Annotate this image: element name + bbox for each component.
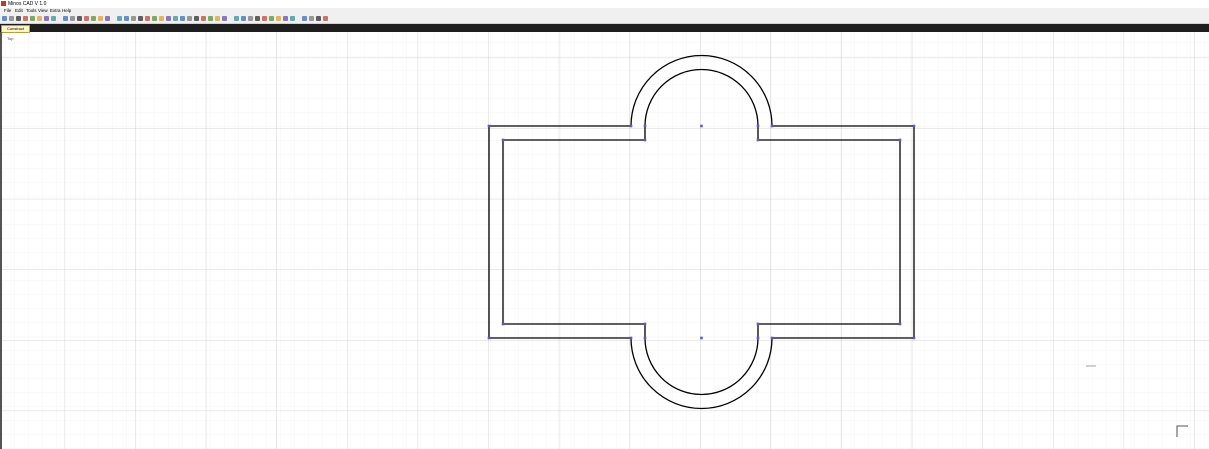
vertex-handle[interactable]: [700, 124, 703, 128]
zoom-icon[interactable]: [98, 16, 103, 21]
light-icon[interactable]: [316, 16, 321, 21]
grid-major: [0, 32, 1209, 449]
title-bar: Minos CAD V 1.0: [0, 0, 1209, 8]
rectangle-icon[interactable]: [152, 16, 157, 21]
mirror-icon[interactable]: [241, 16, 246, 21]
rotate-icon[interactable]: [222, 16, 227, 21]
grid-icon[interactable]: [124, 16, 129, 21]
circle-icon[interactable]: [159, 16, 164, 21]
vertex-handle[interactable]: [770, 124, 774, 128]
copy-icon[interactable]: [37, 16, 42, 21]
block-icon[interactable]: [208, 16, 213, 21]
trim-icon[interactable]: [255, 16, 260, 21]
vertex-handle[interactable]: [700, 336, 703, 340]
zoom-window-icon[interactable]: [105, 16, 110, 21]
hatch-icon[interactable]: [201, 16, 206, 21]
tab-strip: Construct: [0, 24, 1209, 33]
point-icon[interactable]: [131, 16, 136, 21]
vertex-handle[interactable]: [629, 336, 633, 340]
vertex-handle[interactable]: [629, 124, 633, 128]
vertex-handle[interactable]: [898, 138, 902, 142]
vertex-handle[interactable]: [643, 124, 647, 128]
vertex-handle[interactable]: [487, 124, 491, 128]
redo-icon[interactable]: [63, 16, 68, 21]
vertex-handle[interactable]: [643, 138, 647, 142]
app-icon: [1, 1, 6, 6]
save-icon[interactable]: [16, 16, 21, 21]
camera-icon[interactable]: [309, 16, 314, 21]
chamfer-icon[interactable]: [276, 16, 281, 21]
material-icon[interactable]: [323, 16, 328, 21]
properties-icon[interactable]: [290, 16, 295, 21]
vertex-handle[interactable]: [643, 322, 647, 326]
cut-icon[interactable]: [30, 16, 35, 21]
vertex-handle[interactable]: [756, 336, 760, 340]
open-folder-icon[interactable]: [9, 16, 14, 21]
view-label: Top: [7, 36, 14, 41]
paste-icon[interactable]: [44, 16, 49, 21]
vertex-handle[interactable]: [756, 138, 760, 142]
arc-icon[interactable]: [166, 16, 171, 21]
extend-icon[interactable]: [262, 16, 267, 21]
vertex-handle[interactable]: [756, 322, 760, 326]
scale-icon[interactable]: [234, 16, 239, 21]
vertex-handle[interactable]: [770, 336, 774, 340]
polyline-icon[interactable]: [145, 16, 150, 21]
vertex-handle[interactable]: [487, 336, 491, 340]
window-icon[interactable]: [84, 16, 89, 21]
line-icon[interactable]: [138, 16, 143, 21]
pan-icon[interactable]: [91, 16, 96, 21]
toolbar: [0, 14, 1209, 24]
snap-icon[interactable]: [117, 16, 122, 21]
vertex-handle[interactable]: [912, 336, 916, 340]
select-icon[interactable]: [77, 16, 82, 21]
undo-icon[interactable]: [51, 16, 56, 21]
spline-icon[interactable]: [180, 16, 185, 21]
layer-icon[interactable]: [70, 16, 75, 21]
fillet-icon[interactable]: [269, 16, 274, 21]
dimension-icon[interactable]: [194, 16, 199, 21]
vertex-handle[interactable]: [643, 336, 647, 340]
text-icon[interactable]: [187, 16, 192, 21]
canvas-left-edge: [0, 32, 2, 449]
new-file-icon[interactable]: [2, 16, 7, 21]
measure-icon[interactable]: [283, 16, 288, 21]
ellipse-icon[interactable]: [173, 16, 178, 21]
vertex-handle[interactable]: [501, 138, 505, 142]
vertex-handle[interactable]: [912, 124, 916, 128]
render-icon[interactable]: [302, 16, 307, 21]
offset-icon[interactable]: [248, 16, 253, 21]
vertex-handle[interactable]: [756, 124, 760, 128]
vertex-handle[interactable]: [898, 322, 902, 326]
drawing-canvas[interactable]: [0, 32, 1209, 449]
vertex-handle[interactable]: [501, 322, 505, 326]
move-icon[interactable]: [215, 16, 220, 21]
window-title: Minos CAD V 1.0: [8, 1, 47, 7]
print-icon[interactable]: [23, 16, 28, 21]
